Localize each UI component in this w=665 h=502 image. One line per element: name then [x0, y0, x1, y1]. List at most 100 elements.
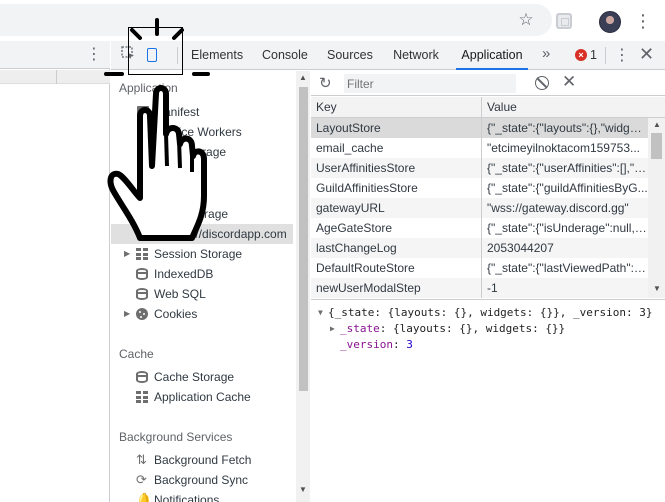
- refresh-icon[interactable]: ↻: [319, 74, 332, 92]
- database-icon: [136, 371, 148, 383]
- sidebar-item-label: IndexedDB: [154, 267, 214, 281]
- sidebar-item-cookies[interactable]: ▶ Cookies: [111, 304, 293, 324]
- sidebar-item-label: https://discordapp.com: [166, 227, 287, 241]
- delete-selected-icon[interactable]: ✕: [562, 72, 576, 92]
- sidebar-item-label: Background Fetch: [154, 453, 252, 467]
- sidebar-item-label: Cache Storage: [154, 370, 235, 384]
- extension-icon[interactable]: [556, 13, 572, 29]
- row-key: newUserModalStep: [311, 278, 482, 298]
- row-key: gatewayURL: [311, 198, 482, 218]
- browser-menu-icon[interactable]: ⋮: [634, 10, 652, 32]
- sidebar-scrollbar[interactable]: ▲ ▼: [296, 71, 310, 502]
- table-row[interactable]: AgeGateStore {"_state":{"isUnderage":nul…: [311, 218, 648, 238]
- sidebar-item-label: Background Sync: [154, 473, 249, 487]
- row-value: {"_state":{"layouts":{},"widget...: [487, 121, 648, 135]
- star-icon[interactable]: ☆: [517, 11, 535, 29]
- cookie-icon: [136, 308, 148, 320]
- sidebar-item-session-storage[interactable]: ▶ Session Storage: [111, 244, 293, 264]
- storage-grid-icon: [136, 248, 148, 260]
- address-bar[interactable]: [0, 4, 552, 36]
- sidebar-item-label: Application Cache: [154, 390, 251, 404]
- devtools-toolbar: Elements Console Sources Network Applica…: [111, 41, 665, 70]
- table-scrollbar[interactable]: ▲ ▼: [648, 118, 665, 298]
- table-row[interactable]: email_cache "etcimeyilnoktacom159753...: [311, 138, 648, 158]
- bell-icon: 🔔: [136, 492, 153, 502]
- scroll-down-arrow-icon[interactable]: ▼: [653, 284, 661, 293]
- tab-elements[interactable]: Elements: [191, 41, 243, 70]
- sidebar-item-manifest[interactable]: Manifest: [111, 102, 293, 122]
- preview-state-property[interactable]: _state: {layouts: {}, widgets: {}}: [340, 322, 565, 335]
- close-devtools-icon[interactable]: ✕: [639, 44, 654, 65]
- row-value: {"_state":{"guildAffinitiesByG...: [487, 181, 648, 195]
- tab-application[interactable]: Application: [456, 41, 528, 70]
- row-key: GuildAffinitiesStore: [311, 178, 482, 198]
- section-heading-storage: Storage: [119, 184, 162, 198]
- table-row[interactable]: newUserModalStep -1: [311, 278, 648, 298]
- sidebar-item-label: Clear storage: [154, 145, 227, 159]
- sidebar-item-application-cache[interactable]: Application Cache: [111, 387, 293, 407]
- sidebar-item-clear-storage[interactable]: Clear storage: [111, 142, 293, 162]
- table-row[interactable]: GuildAffinitiesStore {"_state":{"guildAf…: [311, 178, 648, 198]
- preview-version-property[interactable]: _version: 3: [340, 338, 413, 351]
- tab-console[interactable]: Console: [262, 41, 308, 70]
- scroll-down-arrow-icon[interactable]: ▼: [299, 485, 307, 494]
- filter-input[interactable]: [344, 74, 516, 93]
- error-count[interactable]: 1: [590, 41, 597, 70]
- property-name: _state: [340, 322, 380, 335]
- table-row[interactable]: DefaultRouteStore {"_state":{"lastViewed…: [311, 258, 648, 278]
- column-header-key[interactable]: Key: [311, 97, 482, 118]
- sidebar-item-background-fetch[interactable]: ⇅ Background Fetch: [111, 450, 293, 470]
- sidebar-item-label: Local Storage: [154, 207, 229, 221]
- expanded-triangle-icon[interactable]: ▼: [318, 308, 323, 317]
- column-header-value[interactable]: Value: [482, 97, 665, 118]
- more-tabs-icon[interactable]: »: [542, 45, 550, 62]
- error-icon[interactable]: ×: [575, 49, 587, 61]
- row-value: {"_state":{"userAffinities":[],"in...: [487, 161, 648, 175]
- tab-sources[interactable]: Sources: [327, 41, 373, 70]
- database-icon: [136, 288, 148, 300]
- collapsed-triangle-icon[interactable]: ▶: [124, 304, 130, 324]
- value-preview-pane: ▼ {_state: {layouts: {}, widgets: {}}, _…: [311, 299, 665, 502]
- section-heading-background-services: Background Services: [119, 430, 233, 444]
- collapsed-triangle-icon[interactable]: ▶: [330, 324, 335, 333]
- scrollbar-thumb[interactable]: [651, 133, 662, 159]
- profile-avatar[interactable]: [599, 11, 621, 33]
- tab-network[interactable]: Network: [392, 41, 440, 70]
- table-row[interactable]: gatewayURL "wss://gateway.discord.gg": [311, 198, 648, 218]
- row-value: "etcimeyilnoktacom159753...: [487, 141, 641, 155]
- clear-all-icon[interactable]: [535, 76, 549, 90]
- page-header-strip: ⋮: [0, 41, 110, 69]
- sidebar-item-label: Cookies: [154, 307, 198, 321]
- browser-toolbar: ☆ ⋮: [0, 0, 665, 41]
- sidebar-item-label: Web SQL: [154, 287, 206, 301]
- scrollbar-thumb[interactable]: [299, 87, 308, 391]
- preview-root-object[interactable]: {_state: {layouts: {}, widgets: {}}, _ve…: [328, 306, 653, 319]
- sidebar-item-service-workers[interactable]: ⚙ Service Workers: [111, 122, 293, 142]
- storage-grid-icon: [148, 228, 160, 240]
- sidebar-item-background-sync[interactable]: ⟳ Background Sync: [111, 470, 293, 490]
- sidebar-item-indexeddb[interactable]: IndexedDB: [111, 264, 293, 284]
- sidebar-item-notifications[interactable]: 🔔 Notifications: [111, 490, 293, 502]
- table-row[interactable]: LayoutStore {"_state":{"layouts":{},"wid…: [311, 118, 648, 138]
- devtools-menu-icon[interactable]: ⋮: [614, 45, 630, 65]
- storage-grid-icon: [136, 208, 148, 220]
- sidebar-item-local-storage[interactable]: ▼ Local Storage: [111, 204, 293, 224]
- property-separator: :: [392, 338, 407, 351]
- table-row[interactable]: lastChangeLog 2053044207: [311, 238, 648, 258]
- sidebar-item-discordapp-origin[interactable]: https://discordapp.com: [111, 224, 293, 244]
- sidebar-item-web-sql[interactable]: Web SQL: [111, 284, 293, 304]
- sidebar-item-label: Service Workers: [154, 125, 242, 139]
- page-menu-icon[interactable]: ⋮: [86, 45, 102, 65]
- collapsed-triangle-icon[interactable]: ▶: [124, 244, 130, 264]
- row-key: UserAffinitiesStore: [311, 158, 482, 178]
- table-row[interactable]: UserAffinitiesStore {"_state":{"userAffi…: [311, 158, 648, 178]
- property-value: 3: [406, 338, 413, 351]
- sidebar-item-cache-storage[interactable]: Cache Storage: [111, 367, 293, 387]
- clear-storage-icon: [137, 146, 149, 158]
- expanded-triangle-icon[interactable]: ▼: [123, 204, 131, 224]
- row-key: email_cache: [311, 138, 482, 158]
- scroll-up-arrow-icon[interactable]: ▲: [653, 120, 661, 129]
- scroll-up-arrow-icon[interactable]: ▲: [299, 73, 307, 82]
- gear-icon: ⚙: [136, 124, 148, 139]
- manifest-icon: [137, 106, 149, 118]
